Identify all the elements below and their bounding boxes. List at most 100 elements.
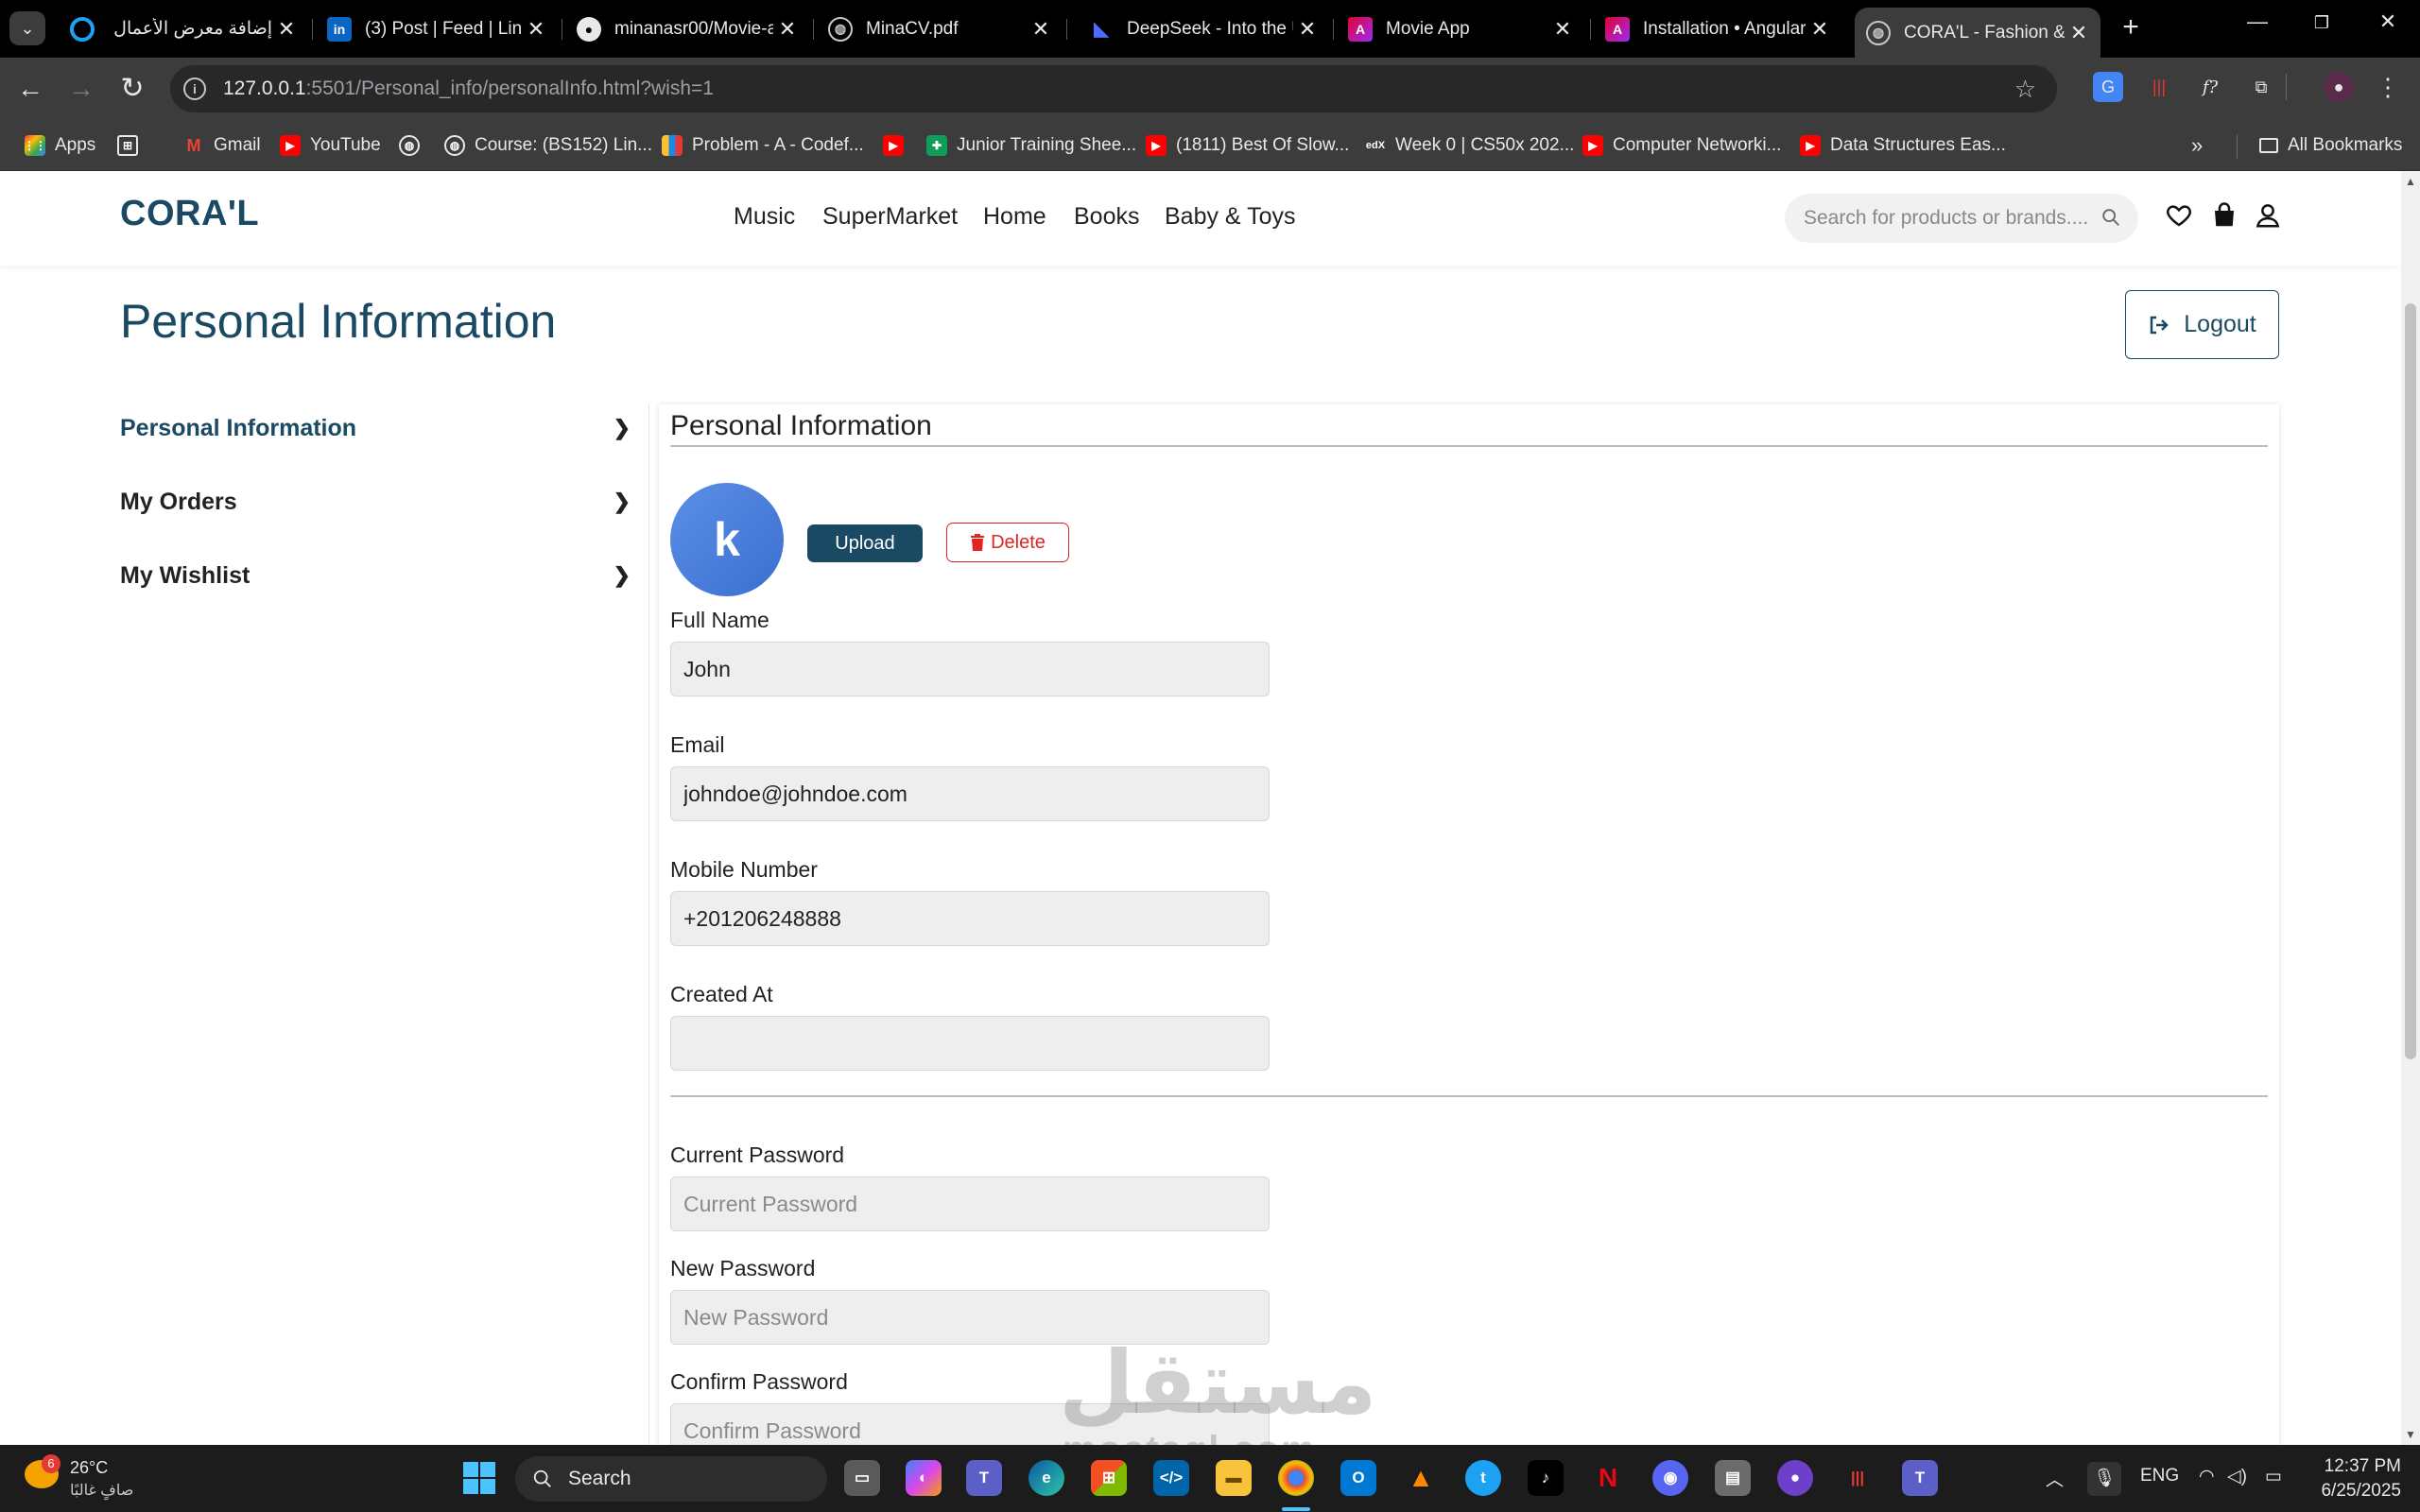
shopping-bag-icon[interactable]: [2210, 201, 2238, 230]
nav-link-supermarket[interactable]: SuperMarket: [822, 203, 958, 231]
show-hidden-icons[interactable]: ︿: [2046, 1466, 2064, 1491]
bookmark-data-structures[interactable]: ▶ Data Structures Eas...: [1800, 132, 2006, 159]
site-info-icon[interactable]: i: [183, 77, 206, 100]
bookmark-course[interactable]: ◍ Course: (BS152) Lin...: [444, 132, 652, 159]
windows-start-icon[interactable]: [461, 1460, 497, 1496]
wishlist-heart-icon[interactable]: [2165, 201, 2193, 230]
close-tab-icon[interactable]: ✕: [1806, 17, 1834, 42]
twitter-icon[interactable]: t: [1465, 1460, 1501, 1496]
current-password-field[interactable]: [670, 1177, 1270, 1231]
extensions-puzzle-icon[interactable]: ⧉: [2246, 72, 2276, 102]
vlc-icon[interactable]: ▲: [1403, 1460, 1439, 1496]
created-at-field[interactable]: [670, 1016, 1270, 1071]
sidebar-item-my-orders[interactable]: My Orders ❯: [120, 478, 649, 525]
restore-icon[interactable]: ❐: [2303, 13, 2341, 33]
site-logo[interactable]: CORA'L: [120, 194, 259, 234]
tab-search-dropdown-icon[interactable]: ⌄: [9, 11, 45, 45]
bookmark-sheets[interactable]: ✚ Junior Training Shee...: [926, 132, 1136, 159]
chrome-menu-icon[interactable]: ⋮: [2373, 72, 2403, 102]
browser-tab[interactable]: in (3) Post | Feed | LinkedIn ✕: [316, 8, 558, 50]
more-bookmarks-icon[interactable]: »: [2191, 132, 2203, 159]
page-scrollbar[interactable]: ▲ ▼: [2401, 171, 2420, 1445]
bookmark-youtube-2[interactable]: ▶: [883, 132, 913, 159]
mobile-number-field[interactable]: [670, 891, 1270, 946]
taskbar-search[interactable]: Search: [515, 1456, 827, 1502]
bookmark-star-icon[interactable]: ☆: [2014, 75, 2036, 104]
address-bar[interactable]: i 127.0.0.1:5501/Personal_info/personalI…: [170, 65, 2057, 112]
outlook-icon[interactable]: O: [1340, 1460, 1376, 1496]
browser-tab[interactable]: ◍ MinaCV.pdf ✕: [817, 8, 1063, 50]
bookmark-gmail[interactable]: M Gmail: [183, 132, 261, 159]
close-tab-icon[interactable]: ✕: [1293, 17, 1322, 42]
nav-link-music[interactable]: Music: [734, 203, 795, 231]
discord-icon[interactable]: ◉: [1652, 1460, 1688, 1496]
formula-extension-icon[interactable]: f?: [2195, 72, 2225, 102]
scroll-down-icon[interactable]: ▼: [2404, 1428, 2417, 1441]
close-tab-icon[interactable]: ✕: [2065, 21, 2093, 45]
browser-tab[interactable]: A Movie App ✕: [1337, 8, 1584, 50]
battery-icon[interactable]: ▭: [2265, 1466, 2282, 1487]
browser-tab[interactable]: إضافة معرض الأعمال ✕: [59, 8, 308, 50]
minimize-icon[interactable]: —: [2238, 9, 2276, 34]
browser-tab-active[interactable]: ◍ CORA'L - Fashion & Lifestyle ✕: [1855, 8, 2100, 58]
translate-extension-icon[interactable]: G: [2093, 72, 2123, 102]
copilot-icon[interactable]: ◐: [906, 1460, 942, 1496]
scroll-up-icon[interactable]: ▲: [2404, 175, 2417, 188]
nav-link-home[interactable]: Home: [983, 203, 1046, 231]
edge-icon[interactable]: e: [1028, 1460, 1064, 1496]
email-field[interactable]: [670, 766, 1270, 821]
search-input[interactable]: [1804, 201, 2087, 235]
close-tab-icon[interactable]: ✕: [773, 17, 802, 42]
sidebar-item-personal-information[interactable]: Personal Information ❯: [120, 404, 649, 452]
netflix-icon[interactable]: N: [1590, 1460, 1626, 1496]
bookmark-slow[interactable]: ▶ (1811) Best Of Slow...: [1146, 132, 1349, 159]
forward-icon[interactable]: →: [62, 71, 100, 109]
new-tab-icon[interactable]: +: [2114, 11, 2148, 45]
bookmark-grid[interactable]: ⊞: [117, 132, 147, 159]
mic-muted-icon[interactable]: 🎙: [2087, 1462, 2121, 1496]
close-tab-icon[interactable]: ✕: [522, 17, 550, 42]
vscode-icon[interactable]: </>: [1153, 1460, 1189, 1496]
scrollbar-thumb[interactable]: [2405, 303, 2416, 1059]
url-text[interactable]: 127.0.0.1:5501/Personal_info/personalInf…: [223, 77, 714, 100]
teams-icon[interactable]: T: [966, 1460, 1002, 1496]
close-tab-icon[interactable]: ✕: [272, 17, 301, 42]
bookmark-codeforces[interactable]: Problem - A - Codef...: [662, 132, 864, 159]
search-icon[interactable]: [2100, 207, 2121, 228]
browser-tab[interactable]: ◣ DeepSeek - Into the Unknown ✕: [1078, 8, 1329, 50]
app-window-icon[interactable]: ▤: [1715, 1460, 1751, 1496]
nav-link-books[interactable]: Books: [1074, 203, 1139, 231]
logout-button[interactable]: Logout: [2125, 290, 2279, 359]
profile-avatar[interactable]: ●: [2324, 72, 2354, 102]
back-icon[interactable]: ←: [11, 71, 49, 109]
audio-extension-icon[interactable]: |||: [2144, 72, 2174, 102]
bookmark-networking[interactable]: ▶ Computer Networki...: [1582, 132, 1781, 159]
audio-app-icon[interactable]: |||: [1840, 1460, 1876, 1496]
teams-classic-icon[interactable]: T: [1902, 1460, 1938, 1496]
user-account-icon[interactable]: [2254, 201, 2282, 230]
bookmark-cs50[interactable]: edX Week 0 | CS50x 202...: [1365, 132, 1575, 159]
delete-photo-button[interactable]: Delete: [946, 523, 1069, 562]
bookmark-globe[interactable]: ◍: [399, 132, 429, 159]
tiktok-icon[interactable]: ♪: [1528, 1460, 1564, 1496]
sidebar-item-my-wishlist[interactable]: My Wishlist ❯: [120, 552, 649, 599]
store-icon[interactable]: ⊞: [1091, 1460, 1127, 1496]
file-explorer-icon[interactable]: ▬: [1216, 1460, 1252, 1496]
wifi-icon[interactable]: ◠: [2199, 1466, 2215, 1487]
nav-link-baby-toys[interactable]: Baby & Toys: [1165, 203, 1296, 231]
weather-widget[interactable]: 6 26°C صافٍ غالبًا: [25, 1454, 233, 1503]
bookmark-apps[interactable]: ⋮⋮ Apps: [24, 132, 95, 159]
reload-icon[interactable]: ↻: [113, 71, 151, 109]
full-name-field[interactable]: [670, 642, 1270, 696]
close-tab-icon[interactable]: ✕: [1027, 17, 1055, 42]
volume-icon[interactable]: ◁): [2227, 1466, 2247, 1487]
github-desktop-icon[interactable]: ●: [1777, 1460, 1813, 1496]
browser-tab[interactable]: A Installation • Angular ✕: [1594, 8, 1841, 50]
bookmark-youtube[interactable]: ▶ YouTube: [280, 132, 381, 159]
system-clock[interactable]: 12:37 PM 6/25/2025: [2307, 1454, 2401, 1503]
language-indicator[interactable]: ENG: [2140, 1466, 2179, 1486]
browser-tab[interactable]: ● minanasr00/Movie-app ✕: [565, 8, 809, 50]
upload-photo-button[interactable]: Upload: [807, 524, 923, 562]
close-tab-icon[interactable]: ✕: [1548, 17, 1577, 42]
task-view-icon[interactable]: ▭: [844, 1460, 880, 1496]
